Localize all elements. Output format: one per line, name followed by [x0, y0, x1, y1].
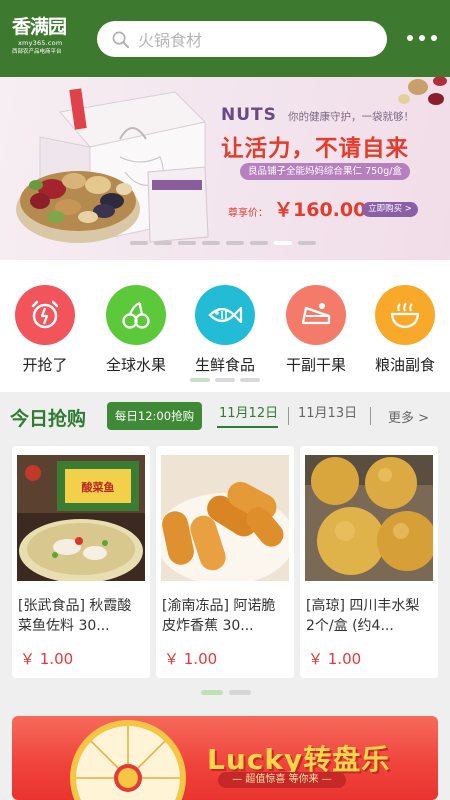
- svg-text:酸菜鱼: 酸菜鱼: [82, 480, 115, 494]
- lucky-subtitle: — 超值惊喜 等你来 —: [218, 772, 346, 788]
- prize-wheel-image: [70, 720, 186, 800]
- category-label: 生鲜食品: [194, 356, 255, 374]
- product-image-pear: [305, 455, 433, 581]
- logo-text: 香满园: [12, 16, 67, 38]
- product-dot[interactable]: [229, 690, 251, 695]
- product-card[interactable]: [渝南冻品] 阿诺脆皮炸香蕉 30... ￥ 1.00: [156, 446, 294, 678]
- active-tab-underline: [217, 426, 278, 428]
- banner-dot[interactable]: [226, 241, 244, 245]
- today-flash-sale: 今日抢购 每日12:00抢购 11月12日 11月13日 更多 > 酸菜鱼 [张…: [0, 392, 450, 708]
- category-fresh-food[interactable]: 生鲜食品: [187, 285, 263, 375]
- category-dot[interactable]: [215, 378, 235, 382]
- product-card[interactable]: 酸菜鱼 [张武食品] 秋霞酸菜鱼佐料 30... ￥ 1.00: [12, 446, 150, 678]
- banner-price-label: 尊享价：: [228, 208, 268, 219]
- product-image-fish-seasoning: 酸菜鱼: [17, 455, 145, 581]
- category-grain-oil[interactable]: 粮油副食: [367, 285, 443, 375]
- more-link[interactable]: 更多 >: [388, 407, 429, 426]
- category-grid: 开抢了 全球水果 生鲜食品 干副干果 粮油副食: [0, 260, 450, 392]
- category-label: 粮油副食: [374, 356, 435, 374]
- cake-icon: [286, 285, 346, 345]
- banner-dot[interactable]: [130, 241, 148, 245]
- banner-tagline: 你的健康守护，一袋就够！: [288, 111, 414, 123]
- product-dot-active[interactable]: [201, 690, 223, 695]
- app-screen: 香满园 xmy365.com 西部农产品电商平台 火锅食材 NUTS 你的健康守…: [0, 0, 450, 800]
- product-name: [张武食品] 秋霞酸菜鱼佐料 30...: [18, 598, 132, 634]
- product-card[interactable]: [高琼] 四川丰水梨 2个/盒 (约4... ￥ 1.00: [300, 446, 438, 678]
- top-bar: 香满园 xmy365.com 西部农产品电商平台 火锅食材: [0, 0, 450, 77]
- category-dot-active[interactable]: [190, 378, 210, 382]
- category-pagination[interactable]: [190, 378, 260, 382]
- tab-date-2[interactable]: 11月13日: [298, 402, 357, 421]
- search-placeholder: 火锅食材: [138, 31, 203, 50]
- product-image-fried-banana: [161, 455, 289, 581]
- daily-time-badge: 每日12:00抢购: [107, 402, 202, 430]
- banner-dot[interactable]: [202, 241, 220, 245]
- tab-divider: [288, 407, 289, 425]
- more-dots-icon[interactable]: [407, 28, 437, 48]
- category-flash-sale[interactable]: 开抢了: [7, 285, 83, 375]
- bowl-icon: [375, 285, 435, 345]
- banner-dot[interactable]: [250, 241, 268, 245]
- banner-dot[interactable]: [298, 241, 316, 245]
- banner-dot[interactable]: [178, 241, 196, 245]
- category-label: 干副干果: [285, 356, 346, 374]
- product-price: ￥ 1.00: [164, 650, 218, 668]
- fish-icon: [195, 285, 255, 345]
- category-label: 开抢了: [22, 356, 68, 374]
- banner-pagination[interactable]: [130, 241, 316, 245]
- lucky-wheel-banner[interactable]: Lucky转盘乐 — 超值惊喜 等你来 —: [12, 716, 438, 800]
- product-name: [高琼] 四川丰水梨 2个/盒 (约4...: [306, 598, 420, 634]
- category-label: 全球水果: [105, 356, 166, 374]
- category-dried-fruits[interactable]: 干副干果: [278, 285, 354, 375]
- section-title: 今日抢购: [10, 408, 87, 430]
- banner-dot-active[interactable]: [274, 241, 292, 245]
- tab-divider: [370, 407, 371, 425]
- tab-date-1[interactable]: 11月12日: [219, 402, 278, 421]
- search-input[interactable]: 火锅食材: [97, 21, 387, 57]
- alarm-clock-icon: [15, 285, 75, 345]
- cherry-icon: [106, 285, 166, 345]
- logo-subtitle: 西部农产品电商平台: [12, 49, 62, 55]
- promo-banner[interactable]: NUTS 你的健康守护，一袋就够！ 让活力，不请自来 良品铺子全能妈妈综合果仁 …: [0, 77, 450, 260]
- banner-brand: NUTS: [221, 105, 277, 125]
- banner-price: ￥160.00: [274, 199, 367, 221]
- banner-dot[interactable]: [154, 241, 172, 245]
- category-dot[interactable]: [240, 378, 260, 382]
- banner-slogan: 让活力，不请自来: [221, 136, 410, 162]
- product-pagination[interactable]: [201, 690, 251, 695]
- product-price: ￥ 1.00: [308, 650, 362, 668]
- search-icon: [112, 31, 130, 48]
- product-price: ￥ 1.00: [20, 650, 74, 668]
- category-global-fruit[interactable]: 全球水果: [98, 285, 174, 375]
- app-logo[interactable]: 香满园 xmy365.com 西部农产品电商平台: [12, 16, 78, 62]
- logo-url: xmy365.com: [18, 39, 63, 47]
- product-name: [渝南冻品] 阿诺脆皮炸香蕉 30...: [162, 598, 276, 634]
- banner-product-name: 良品铺子全能妈妈综合果仁 750g/盒: [240, 163, 410, 180]
- buy-now-button[interactable]: 立即购买 >: [362, 202, 418, 217]
